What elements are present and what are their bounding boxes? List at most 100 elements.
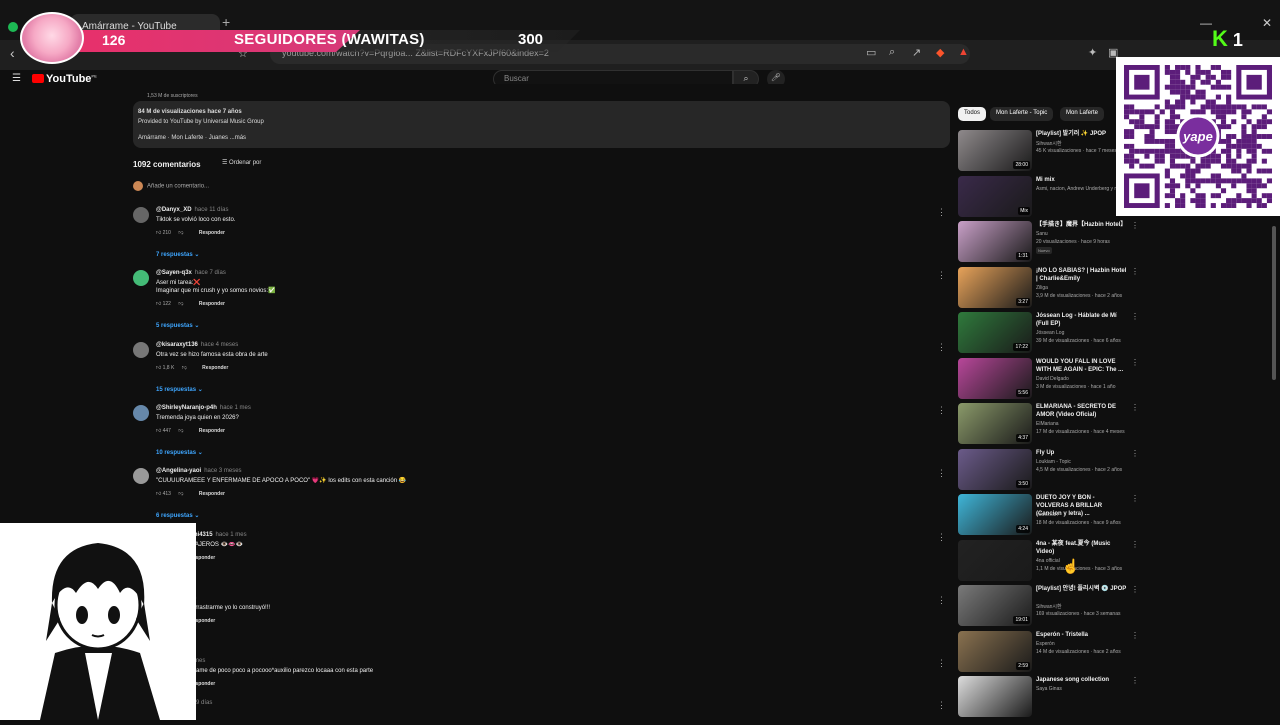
filter-chip[interactable]: Mon Laferte <box>1060 107 1105 121</box>
view-replies-button[interactable]: 10 respuestas ⌄ <box>156 449 203 456</box>
comment-menu-icon[interactable]: ⋮ <box>937 658 946 669</box>
video-menu-icon[interactable]: ⋮ <box>1131 494 1139 503</box>
comment-menu-icon[interactable]: ⋮ <box>937 405 946 416</box>
video-channel[interactable]: Sanu <box>1036 231 1048 237</box>
video-menu-icon[interactable]: ⋮ <box>1131 540 1139 549</box>
video-menu-icon[interactable]: ⋮ <box>1131 358 1139 367</box>
reply-button[interactable]: Responder <box>202 365 228 371</box>
back-icon[interactable]: ‹ <box>10 45 15 61</box>
menu-icon[interactable]: ☰ <box>12 73 21 84</box>
video-channel[interactable]: ElMariana <box>1036 421 1059 427</box>
video-channel[interactable]: 4na official <box>1036 558 1060 564</box>
dislike-icon[interactable]: 👎︎ <box>182 365 187 371</box>
dislike-icon[interactable]: 👎︎ <box>178 428 183 434</box>
share-icon[interactable]: ↗ <box>912 46 921 59</box>
view-replies-button[interactable]: 15 respuestas ⌄ <box>156 386 203 393</box>
view-replies-button[interactable]: 7 respuestas ⌄ <box>156 251 199 258</box>
related-video[interactable]: 4:24 DUETO JOY Y BON - VOLVERAS A BRILLA… <box>958 494 1143 538</box>
video-thumbnail[interactable]: 5:56 <box>958 357 1032 399</box>
related-video[interactable]: 4:37 ELMARIANA - SECRETO DE AMOR (Video … <box>958 403 1143 447</box>
video-channel[interactable]: Asmi, nacion, Andrew Underberg y más <box>1036 186 1124 192</box>
sort-button[interactable]: ☰ Ordenar por <box>222 159 261 166</box>
comment-author[interactable]: @Angelina-yaoi <box>156 468 201 474</box>
related-video[interactable]: 3:27 ¡NO LO SABIAS? | Hazbin Hotel | Cha… <box>958 266 1143 311</box>
video-title[interactable]: Japanese song collection <box>1036 676 1128 684</box>
comment-author[interactable]: @Danyx_XD <box>156 207 192 213</box>
reply-button[interactable]: Responder <box>199 230 225 236</box>
video-thumbnail[interactable]: 17:22 <box>958 312 1032 353</box>
comment-time[interactable]: hace 3 meses <box>204 468 241 474</box>
extensions-icon[interactable]: ✦ <box>1088 46 1097 59</box>
video-menu-icon[interactable]: ⋮ <box>1131 403 1139 412</box>
view-replies-button[interactable]: 5 respuestas ⌄ <box>156 322 199 329</box>
video-menu-icon[interactable]: ⋮ <box>1131 449 1139 458</box>
video-thumbnail[interactable]: Mix <box>958 175 1032 217</box>
video-thumbnail[interactable]: 3:27 <box>958 266 1032 308</box>
reply-button[interactable]: Responder <box>199 428 225 434</box>
reply-button[interactable]: Responder <box>199 491 225 497</box>
add-comment-input[interactable]: Añade un comentario... <box>133 181 209 191</box>
comment-time[interactable]: hace 11 días <box>195 207 229 213</box>
spotify-icon[interactable] <box>8 22 18 32</box>
comment-menu-icon[interactable]: ⋮ <box>937 700 946 711</box>
comment-menu-icon[interactable]: ⋮ <box>937 595 946 606</box>
related-video[interactable]: 4na - 某夜 feat.夏今 (Music Video) 4na offic… <box>958 539 1143 584</box>
video-channel[interactable]: David Delgado <box>1036 376 1069 382</box>
video-title[interactable]: Fly Up <box>1036 449 1128 457</box>
commenter-avatar[interactable] <box>133 342 149 358</box>
comment-time[interactable]: hace 1 mes <box>220 405 251 411</box>
video-title[interactable]: 4na - 某夜 feat.夏今 (Music Video) <box>1036 540 1128 556</box>
commenter-avatar[interactable] <box>133 207 149 223</box>
comment-menu-icon[interactable]: ⋮ <box>937 532 946 543</box>
brave-rewards-icon[interactable]: ▲ <box>958 46 969 58</box>
video-menu-icon[interactable]: ⋮ <box>1131 312 1139 321</box>
video-channel[interactable]: Sihwan시환 <box>1036 603 1062 610</box>
commenter-avatar[interactable] <box>133 405 149 421</box>
video-thumbnail[interactable]: 2:59 <box>958 630 1032 672</box>
related-video[interactable]: 1:31 【手描き】魔界【Hazbin Hotel】 Sanu 20 visua… <box>958 221 1143 265</box>
minimize-icon[interactable]: — <box>1200 16 1212 30</box>
like-icon[interactable]: 👍︎ <box>156 301 161 307</box>
brave-shield-icon[interactable]: ◆ <box>936 46 944 59</box>
video-title[interactable]: ¡NO LO SABIAS? | Hazbin Hotel | Charlie&… <box>1036 267 1128 283</box>
commenter-avatar[interactable] <box>133 270 149 286</box>
related-video[interactable]: 2:59 Esperón - Tristella Esperón 14 M de… <box>958 630 1143 675</box>
video-channel[interactable]: Loukiam - Topic <box>1036 459 1071 465</box>
filter-chip[interactable]: Mon Laferte - Topic <box>990 107 1054 121</box>
video-thumbnail[interactable]: 1:31 <box>958 221 1032 262</box>
video-thumbnail[interactable]: 3:50 <box>958 448 1032 490</box>
like-icon[interactable]: 👍︎ <box>156 491 161 497</box>
related-video[interactable]: 3:50 Fly Up Loukiam - Topic 4,5 M de vis… <box>958 448 1143 493</box>
video-channel[interactable]: eddochan <box>1036 512 1058 518</box>
video-channel[interactable]: Saya Ginas <box>1036 686 1062 692</box>
related-video[interactable]: Japanese song collection Saya Ginas ⋮ <box>958 676 1143 720</box>
comment-menu-icon[interactable]: ⋮ <box>937 468 946 479</box>
video-title[interactable]: Esperón - Tristella <box>1036 631 1128 639</box>
video-menu-icon[interactable]: ⋮ <box>1131 585 1139 594</box>
scrollbar[interactable] <box>1272 226 1276 380</box>
video-thumbnail[interactable] <box>958 676 1032 717</box>
comment-time[interactable]: hace 4 meses <box>201 342 238 348</box>
youtube-logo[interactable]: YouTubePE <box>32 73 97 85</box>
video-thumbnail[interactable]: 4:24 <box>958 494 1032 535</box>
video-title[interactable]: ELMARIANA - SECRETO DE AMOR (Video Ofici… <box>1036 403 1128 419</box>
video-channel[interactable]: Esperón <box>1036 641 1055 647</box>
video-title[interactable]: [Playlist] 안녕! 플리시벽 💿 JPOP <box>1036 585 1128 593</box>
cast-icon[interactable]: ▭ <box>866 46 876 59</box>
video-thumbnail[interactable]: 28:00 <box>958 130 1032 171</box>
video-title[interactable]: Mi mix <box>1036 176 1128 184</box>
video-menu-icon[interactable]: ⋮ <box>1131 221 1139 230</box>
comment-time[interactable]: hace 1 mes <box>216 532 247 538</box>
video-thumbnail[interactable] <box>958 539 1032 581</box>
video-menu-icon[interactable]: ⋮ <box>1131 267 1139 276</box>
video-title[interactable]: 【手描き】魔界【Hazbin Hotel】 <box>1036 221 1128 229</box>
like-icon[interactable]: 👍︎ <box>156 230 161 236</box>
commenter-avatar[interactable] <box>133 468 149 484</box>
video-description[interactable]: 84 M de visualizaciones hace 7 años Prov… <box>133 101 950 148</box>
like-icon[interactable]: 👍︎ <box>156 365 161 371</box>
video-menu-icon[interactable]: ⋮ <box>1131 676 1139 685</box>
comment-menu-icon[interactable]: ⋮ <box>937 270 946 281</box>
video-menu-icon[interactable]: ⋮ <box>1131 631 1139 640</box>
video-thumbnail[interactable]: 19:01 <box>958 585 1032 626</box>
dislike-icon[interactable]: 👎︎ <box>178 301 183 307</box>
